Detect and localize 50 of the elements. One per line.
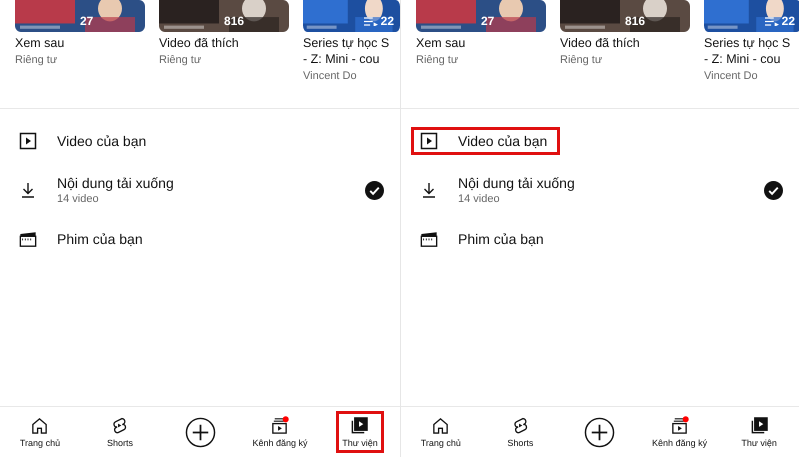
nav-tab[interactable]: Shorts [501, 411, 540, 453]
nav-tab[interactable]: Kênh đăng ký [246, 411, 314, 453]
clapperboard-icon [420, 230, 438, 248]
item-title: Video của bạn [458, 132, 548, 150]
playlist-title[interactable]: Xem sau [15, 35, 145, 51]
item-title: Phim của bạn [458, 230, 544, 248]
playlist-icon [364, 16, 378, 26]
item-title: Video của bạn [57, 132, 146, 150]
playlist-subtitle: Riêng tư [159, 53, 202, 68]
play-icon [19, 132, 37, 150]
playlist-subtitle: Vincent Do [303, 69, 358, 84]
playlist-subtitle: Riêng tư [15, 53, 58, 68]
play-icon [420, 132, 438, 150]
playlist-icon [764, 16, 779, 26]
item-title: Nội dung tải xuống [458, 174, 575, 192]
download-icon [19, 181, 37, 199]
playlist-subtitle: Riêng tư [416, 53, 460, 68]
playlist-title[interactable]: Video đã thích [159, 35, 289, 51]
library-item[interactable]: Video của bạn [10, 127, 160, 155]
playlist-subtitle: Riêng tư [560, 53, 604, 68]
playlist-title[interactable]: Video đã thích [560, 35, 690, 51]
clapperboard-icon [19, 230, 37, 248]
download-icon [420, 181, 438, 199]
item-title: Nội dung tải xuống [57, 174, 174, 192]
playlist-title[interactable]: Series tự học S [704, 35, 799, 51]
library-item[interactable]: Phim của bạn [10, 225, 156, 253]
library-item[interactable]: Phim của bạn [411, 225, 557, 253]
video-count: 27 [481, 14, 494, 28]
nav-tab[interactable]: Trang chủ [414, 411, 467, 453]
library-item[interactable]: Nội dung tải xuống 14 video [411, 169, 588, 211]
nav-tab[interactable]: Thư viện [735, 411, 783, 453]
playlist-title[interactable]: - Z: Mini - cou [303, 51, 400, 67]
nav-tab[interactable]: Thư viện [336, 411, 384, 453]
playlist-title[interactable]: Xem sau [416, 35, 546, 51]
playlist-title[interactable]: Series tự học S [303, 35, 400, 51]
nav-tab[interactable]: Kênh đăng ký [646, 411, 714, 453]
playlist-subtitle: Vincent Do [704, 69, 759, 84]
video-count: 816 [625, 14, 646, 28]
nav-tab[interactable]: Shorts [100, 411, 139, 453]
item-title: Phim của bạn [57, 230, 143, 248]
video-count: 22 [782, 14, 795, 28]
item-subtitle: 14 video [57, 192, 100, 206]
library-item[interactable]: Nội dung tải xuống 14 video [10, 169, 187, 211]
nav-tab[interactable]: Trang chủ [14, 411, 66, 453]
video-count: 816 [224, 14, 244, 28]
video-count: 22 [380, 14, 394, 28]
item-subtitle: 14 video [458, 192, 501, 206]
library-item[interactable]: Video của bạn [411, 127, 560, 155]
video-count: 27 [80, 14, 94, 28]
playlist-title[interactable]: - Z: Mini - cou [704, 51, 799, 67]
